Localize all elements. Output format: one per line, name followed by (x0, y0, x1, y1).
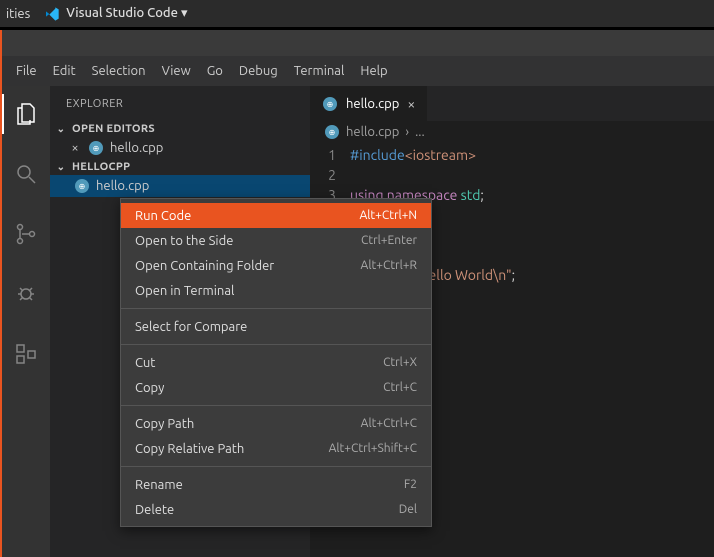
close-icon[interactable]: × (68, 141, 82, 155)
os-top-bar: ities Visual Studio Code ▾ (0, 0, 714, 28)
context-menu-shortcut: F2 (404, 478, 417, 491)
workspace-label: HELLOCPP (72, 161, 130, 173)
activities-label[interactable]: ities (6, 7, 30, 21)
window-chrome (0, 28, 714, 56)
context-menu-item[interactable]: Run Code Alt+Ctrl+N (121, 203, 431, 228)
app-menu-button[interactable]: Visual Studio Code ▾ (44, 6, 187, 22)
chevron-down-icon: ⌄ (54, 161, 68, 173)
activity-explorer[interactable] (2, 94, 50, 134)
context-menu-item[interactable]: Copy Path Alt+Ctrl+C (121, 411, 431, 436)
svg-text:⊕: ⊕ (329, 128, 336, 137)
context-menu-label: Open in Terminal (135, 284, 234, 298)
context-menu-label: Select for Compare (135, 320, 247, 334)
breadcrumb-file: hello.cpp (346, 125, 399, 139)
context-menu-shortcut: Ctrl+Enter (361, 234, 417, 247)
context-menu-separator (121, 344, 431, 345)
file-tree-item[interactable]: ⊕ hello.cpp (50, 175, 310, 197)
source-control-icon (14, 222, 38, 246)
vscode-logo-icon (44, 6, 60, 22)
context-menu-shortcut: Ctrl+X (383, 356, 417, 369)
activity-debug[interactable] (2, 274, 50, 314)
context-menu-item[interactable]: Copy Relative Path Alt+Ctrl+Shift+C (121, 436, 431, 461)
breadcrumb[interactable]: ⊕ hello.cpp › ... (310, 121, 714, 143)
editor-tab[interactable]: ⊕ hello.cpp × (310, 86, 428, 121)
cpp-file-icon: ⊕ (88, 140, 104, 156)
extensions-icon (14, 342, 38, 366)
context-menu-item[interactable]: Rename F2 (121, 472, 431, 497)
open-editor-item[interactable]: × ⊕ hello.cpp (50, 137, 310, 159)
activity-bar (2, 86, 50, 557)
workspace-section[interactable]: ⌄ HELLOCPP (50, 159, 310, 175)
context-menu-label: Copy Path (135, 417, 194, 431)
tab-label: hello.cpp (346, 97, 399, 111)
activity-search[interactable] (2, 154, 50, 194)
context-menu-separator (121, 405, 431, 406)
context-menu-item[interactable]: Delete Del (121, 497, 431, 522)
context-menu-item[interactable]: Open in Terminal (121, 278, 431, 303)
context-menu-shortcut: Alt+Ctrl+N (359, 209, 417, 222)
activity-extensions[interactable] (2, 334, 50, 374)
context-menu-label: Open to the Side (135, 234, 233, 248)
context-menu-shortcut: Alt+Ctrl+R (361, 259, 417, 272)
context-menu: Run Code Alt+Ctrl+N Open to the Side Ctrl+E… (120, 198, 432, 527)
menu-bar: File Edit Selection View Go Debug Termin… (0, 56, 714, 86)
app-title-text: Visual Studio Code ▾ (66, 6, 187, 21)
svg-text:⊕: ⊕ (327, 100, 334, 109)
menu-view[interactable]: View (154, 64, 199, 78)
context-menu-separator (121, 308, 431, 309)
activity-scm[interactable] (2, 214, 50, 254)
context-menu-label: Cut (135, 356, 155, 370)
context-menu-shortcut: Alt+Ctrl+C (361, 417, 417, 430)
search-icon (14, 162, 38, 186)
editor-tabs: ⊕ hello.cpp × (310, 86, 714, 121)
context-menu-label: Delete (135, 503, 174, 517)
svg-text:⊕: ⊕ (79, 182, 86, 191)
menu-debug[interactable]: Debug (231, 64, 286, 78)
context-menu-label: Copy (135, 381, 164, 395)
breadcrumb-more: ... (415, 125, 425, 139)
menu-selection[interactable]: Selection (84, 64, 154, 78)
context-menu-item[interactable]: Open Containing Folder Alt+Ctrl+R (121, 253, 431, 278)
context-menu-item[interactable]: Copy Ctrl+C (121, 375, 431, 400)
context-menu-label: Rename (135, 478, 183, 492)
context-menu-item[interactable]: Select for Compare (121, 314, 431, 339)
context-menu-label: Run Code (135, 209, 191, 223)
menu-terminal[interactable]: Terminal (286, 64, 353, 78)
menu-file[interactable]: File (8, 64, 45, 78)
context-menu-shortcut: Ctrl+C (383, 381, 417, 394)
bug-icon (14, 282, 38, 306)
menu-edit[interactable]: Edit (45, 64, 84, 78)
svg-text:⊕: ⊕ (93, 144, 100, 153)
open-editors-label: OPEN EDITORS (72, 123, 155, 135)
menu-help[interactable]: Help (352, 64, 395, 78)
file-label: hello.cpp (96, 179, 149, 193)
file-label: hello.cpp (110, 141, 163, 155)
cpp-file-icon: ⊕ (322, 96, 338, 112)
explorer-title: EXPLORER (50, 86, 310, 121)
context-menu-shortcut: Del (399, 503, 417, 516)
files-icon (14, 102, 38, 126)
context-menu-label: Open Containing Folder (135, 259, 274, 273)
menu-go[interactable]: Go (199, 64, 231, 78)
open-editors-section[interactable]: ⌄ OPEN EDITORS (50, 121, 310, 137)
close-icon[interactable]: × (407, 96, 415, 112)
chevron-down-icon: ⌄ (54, 123, 68, 135)
context-menu-separator (121, 466, 431, 467)
cpp-file-icon: ⊕ (74, 178, 90, 194)
context-menu-label: Copy Relative Path (135, 442, 244, 456)
context-menu-item[interactable]: Open to the Side Ctrl+Enter (121, 228, 431, 253)
context-menu-shortcut: Alt+Ctrl+Shift+C (329, 442, 417, 455)
cpp-file-icon: ⊕ (324, 124, 340, 140)
context-menu-item[interactable]: Cut Ctrl+X (121, 350, 431, 375)
chevron-right-icon: › (405, 125, 409, 139)
